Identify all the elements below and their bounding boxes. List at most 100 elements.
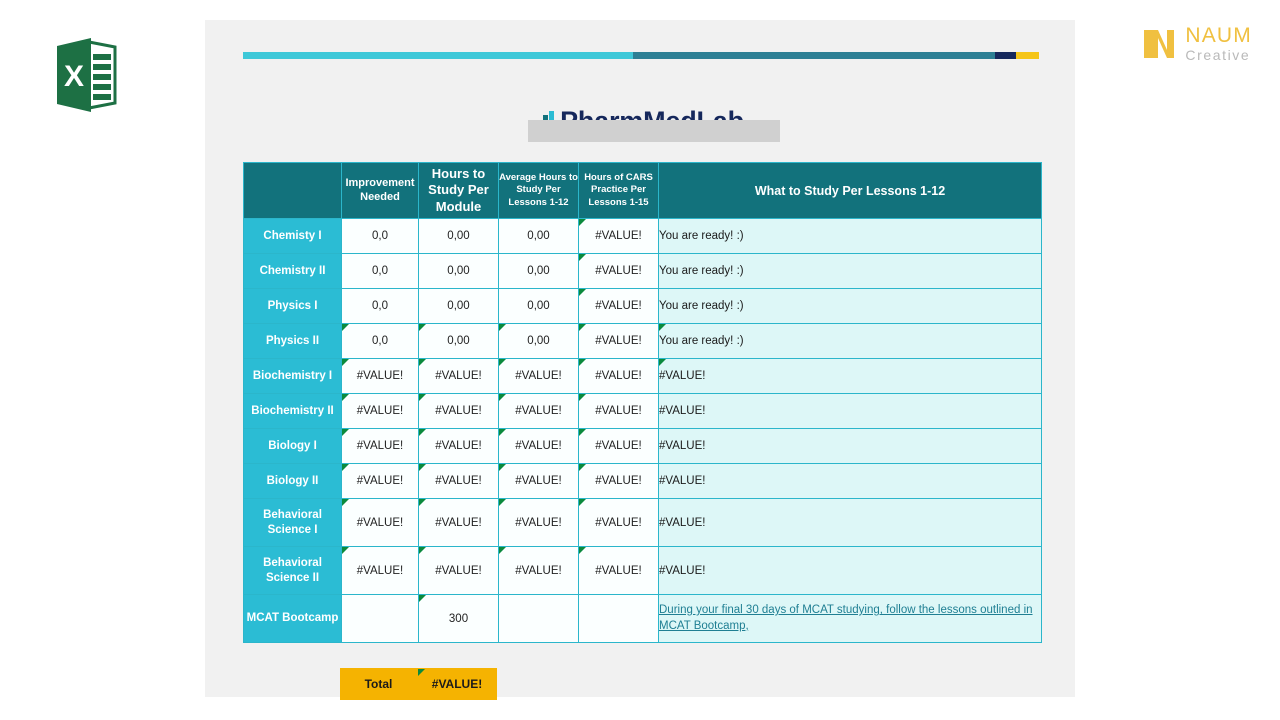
cell-avg-hours[interactable] (498, 594, 579, 643)
table-row[interactable]: Behavioral Science II #VALUE! #VALUE! #VALU… (243, 546, 1042, 595)
cell-cars[interactable]: #VALUE! (578, 393, 659, 429)
cell-avg-hours[interactable]: 0,00 (498, 218, 579, 254)
cell-study-note[interactable]: #VALUE! (658, 463, 1042, 499)
row-label-behavioral-science-ii[interactable]: Behavioral Science II (243, 546, 342, 595)
cell-cars[interactable]: #VALUE! (578, 323, 659, 359)
screenshot-root: X NAUM Creative Improvement Needed Hours… (0, 0, 1280, 720)
table-row[interactable]: Chemistry II 0,0 0,00 0,00 #VALUE! You are re… (243, 253, 1042, 289)
table-row[interactable]: Biology II #VALUE! #VALUE! #VALUE! #VALUE! #V… (243, 463, 1042, 499)
cell-cars[interactable] (578, 594, 659, 643)
row-label-physics-ii[interactable]: Physics II (243, 323, 342, 359)
cell-hours-module[interactable]: 0,00 (418, 323, 499, 359)
row-label-mcat-bootcamp[interactable]: MCAT Bootcamp (243, 594, 342, 643)
cell-improvement[interactable]: 0,0 (341, 218, 419, 254)
cell-hours-module[interactable]: 0,00 (418, 218, 499, 254)
cell-hours-module[interactable]: #VALUE! (418, 546, 499, 595)
cell-improvement[interactable]: #VALUE! (341, 463, 419, 499)
excel-file-icon[interactable]: X (47, 32, 119, 118)
cell-avg-hours[interactable]: #VALUE! (498, 463, 579, 499)
row-label-biochemistry-ii[interactable]: Biochemistry II (243, 393, 342, 429)
formula-error-flag-icon (579, 359, 586, 366)
cell-cars[interactable]: #VALUE! (578, 288, 659, 324)
cell-hours-module[interactable]: #VALUE! (418, 358, 499, 394)
cell-value: #VALUE! (595, 230, 642, 242)
cell-improvement[interactable] (341, 594, 419, 643)
cell-value: 0,00 (527, 300, 550, 312)
row-label-biology-i[interactable]: Biology I (243, 428, 342, 464)
row-label-biology-ii[interactable]: Biology II (243, 463, 342, 499)
cell-study-note[interactable]: #VALUE! (658, 428, 1042, 464)
cell-avg-hours[interactable]: 0,00 (498, 323, 579, 359)
cell-avg-hours[interactable]: 0,00 (498, 253, 579, 289)
cell-study-note[interactable]: #VALUE! (658, 393, 1042, 429)
cell-value: You are ready! :) (659, 230, 744, 242)
cell-improvement[interactable]: #VALUE! (341, 393, 419, 429)
cell-hours-module[interactable]: #VALUE! (418, 498, 499, 547)
column-header-hours-module: Hours to Study Per Module (418, 162, 499, 219)
table-row[interactable]: Physics I 0,0 0,00 0,00 #VALUE! You are ready… (243, 288, 1042, 324)
cell-value: #VALUE! (595, 516, 642, 529)
cell-cars[interactable]: #VALUE! (578, 498, 659, 547)
cell-study-note-link[interactable]: During your final 30 days of MCAT studyi… (658, 594, 1042, 643)
table-row[interactable]: MCAT Bootcamp 300 During your final 30 day… (243, 594, 1042, 643)
cell-cars[interactable]: #VALUE! (578, 463, 659, 499)
cell-study-note[interactable]: #VALUE! (658, 546, 1042, 595)
cell-avg-hours[interactable]: #VALUE! (498, 546, 579, 595)
cell-improvement[interactable]: 0,0 (341, 253, 419, 289)
table-row[interactable]: Biology I #VALUE! #VALUE! #VALUE! #VALUE! #VA… (243, 428, 1042, 464)
cell-value: #VALUE! (435, 370, 482, 382)
cell-study-note[interactable]: #VALUE! (658, 358, 1042, 394)
cell-value: 0,0 (372, 300, 388, 312)
cell-improvement[interactable]: 0,0 (341, 323, 419, 359)
table-row[interactable]: Chemisty I 0,0 0,00 0,00 #VALUE! You are read… (243, 218, 1042, 254)
cell-improvement[interactable]: #VALUE! (341, 498, 419, 547)
cell-improvement[interactable]: #VALUE! (341, 358, 419, 394)
row-label-chemistry-ii[interactable]: Chemistry II (243, 253, 342, 289)
cell-value: #VALUE! (659, 516, 706, 529)
cell-study-note[interactable]: You are ready! :) (658, 253, 1042, 289)
table-row[interactable]: Biochemistry II #VALUE! #VALUE! #VALUE! #VAL… (243, 393, 1042, 429)
formula-error-flag-icon (499, 359, 506, 366)
cell-avg-hours[interactable]: #VALUE! (498, 358, 579, 394)
cell-cars[interactable]: #VALUE! (578, 358, 659, 394)
formula-error-flag-icon (419, 499, 426, 506)
cell-study-note[interactable]: #VALUE! (658, 498, 1042, 547)
cell-hours-module[interactable]: #VALUE! (418, 393, 499, 429)
cell-avg-hours[interactable]: #VALUE! (498, 498, 579, 547)
brand-tagline: Creative (1185, 47, 1251, 63)
table-row[interactable]: Behavioral Science I #VALUE! #VALUE! #VALUE… (243, 498, 1042, 547)
row-label-behavioral-science-i[interactable]: Behavioral Science I (243, 498, 342, 547)
cell-cars[interactable]: #VALUE! (578, 253, 659, 289)
cell-hours-module[interactable]: 300 (418, 594, 499, 643)
column-header-improvement: Improvement Needed (341, 162, 419, 219)
accent-segment-teal (633, 52, 996, 59)
cell-improvement[interactable]: #VALUE! (341, 546, 419, 595)
cell-value: #VALUE! (356, 440, 404, 452)
formula-error-flag-icon (659, 324, 666, 331)
cell-study-note[interactable]: You are ready! :) (658, 323, 1042, 359)
cell-hours-module[interactable]: 0,00 (418, 288, 499, 324)
naum-monogram-icon (1142, 28, 1176, 60)
cell-cars[interactable]: #VALUE! (578, 428, 659, 464)
cell-hours-module[interactable]: #VALUE! (418, 428, 499, 464)
cell-avg-hours[interactable]: #VALUE! (498, 428, 579, 464)
row-label-chemisty-i[interactable]: Chemisty I (243, 218, 342, 254)
title-redaction-band (528, 120, 781, 142)
cell-value: 0,00 (527, 265, 550, 277)
cell-value: #VALUE! (356, 475, 404, 487)
cell-improvement[interactable]: 0,0 (341, 288, 419, 324)
cell-hours-module[interactable]: #VALUE! (418, 463, 499, 499)
cell-cars[interactable]: #VALUE! (578, 218, 659, 254)
row-label-biochemistry-i[interactable]: Biochemistry I (243, 358, 342, 394)
table-row[interactable]: Physics II 0,0 0,00 0,00 #VALUE! You are read… (243, 323, 1042, 359)
cell-hours-module[interactable]: 0,00 (418, 253, 499, 289)
cell-avg-hours[interactable]: #VALUE! (498, 393, 579, 429)
cell-cars[interactable]: #VALUE! (578, 546, 659, 595)
cell-study-note[interactable]: You are ready! :) (658, 218, 1042, 254)
cell-study-note[interactable]: You are ready! :) (658, 288, 1042, 324)
row-label-physics-i[interactable]: Physics I (243, 288, 342, 324)
cell-improvement[interactable]: #VALUE! (341, 428, 419, 464)
cell-avg-hours[interactable]: 0,00 (498, 288, 579, 324)
table-row[interactable]: Biochemistry I #VALUE! #VALUE! #VALUE! #VALU… (243, 358, 1042, 394)
formula-error-flag-icon (342, 547, 349, 554)
